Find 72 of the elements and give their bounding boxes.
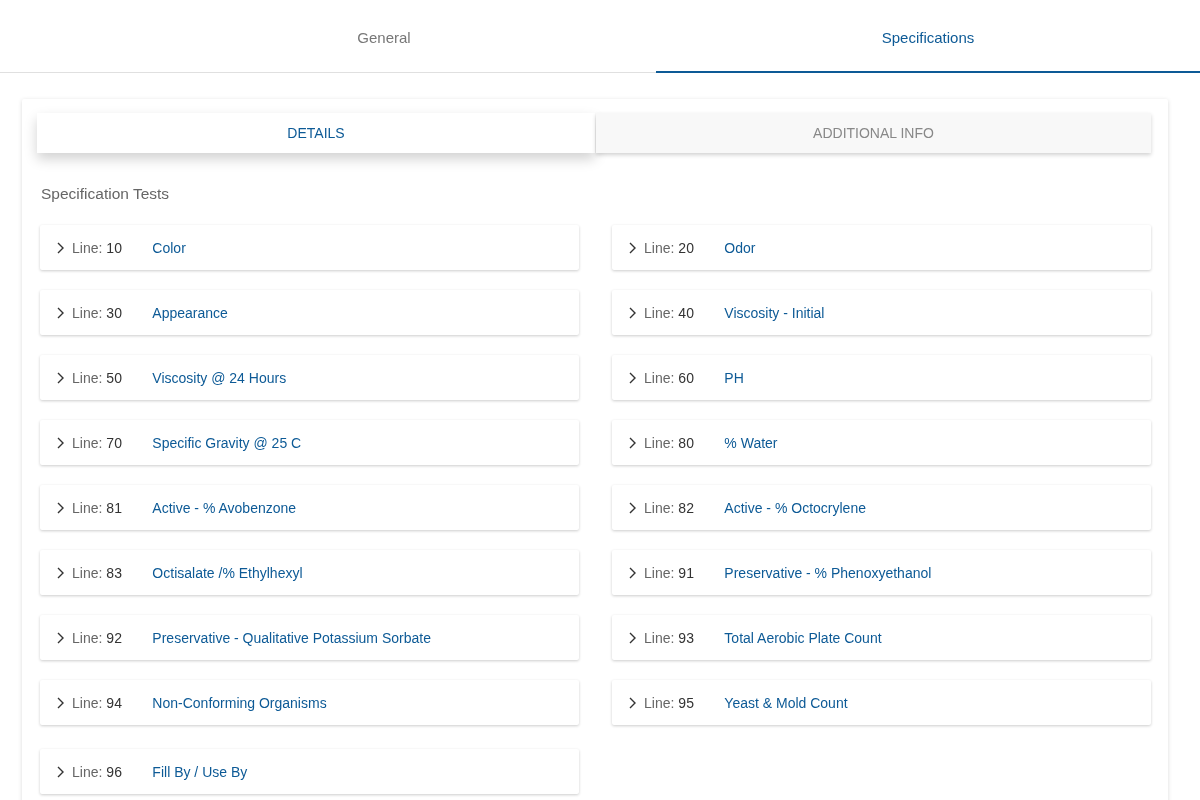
test-name: Active - % Avobenzone (152, 499, 297, 516)
line-label: Line: (72, 239, 103, 256)
line-label: Line: (72, 499, 103, 516)
test-name: Non-Conforming Organisms (152, 694, 327, 711)
line-label: Line: (644, 239, 675, 256)
line-label: Line: (644, 304, 675, 321)
line-number: 82 (678, 499, 695, 516)
test-row[interactable]: Line: 91 Preservative - % Phenoxyethanol (612, 550, 1151, 595)
test-name: % Water (724, 434, 778, 451)
test-row[interactable]: Line: 93 Total Aerobic Plate Count (612, 615, 1151, 660)
line-label: Line: (72, 304, 103, 321)
tab[interactable]: Specifications (656, 0, 1200, 73)
test-name: Appearance (152, 304, 228, 321)
tab[interactable]: DETAILS (37, 113, 595, 153)
test-name: PH (724, 369, 744, 386)
line-number: 40 (678, 304, 695, 321)
test-row[interactable]: Line: 94 Non-Conforming Organisms (40, 680, 579, 725)
line-number: 10 (106, 239, 123, 256)
line-number: 94 (106, 694, 123, 711)
line-number: 91 (678, 564, 695, 581)
line-number: 81 (106, 499, 123, 516)
line-label: Line: (72, 763, 103, 780)
test-name: Octisalate /% Ethylhexyl (152, 564, 303, 581)
line-number: 80 (678, 434, 695, 451)
line-label: Line: (72, 369, 103, 386)
test-row[interactable]: Line: 60 PH (612, 355, 1151, 400)
test-name: Specific Gravity @ 25 C (152, 434, 302, 451)
test-name: Color (152, 239, 186, 256)
line-label: Line: (72, 694, 103, 711)
line-label: Line: (644, 629, 675, 646)
line-number: 83 (106, 564, 123, 581)
test-row[interactable]: Line: 81 Active - % Avobenzone (40, 485, 579, 530)
line-number: 20 (678, 239, 695, 256)
test-name: Viscosity - Initial (724, 304, 825, 321)
test-row[interactable]: Line: 95 Yeast & Mold Count (612, 680, 1151, 725)
line-label: Line: (644, 694, 675, 711)
line-number: 92 (106, 629, 123, 646)
test-row[interactable]: Line: 30 Appearance (40, 290, 579, 335)
test-name: Preservative - Qualitative Potassium Sorbate (152, 629, 431, 646)
test-row[interactable]: Line: 80 % Water (612, 420, 1151, 465)
test-name: Total Aerobic Plate Count (724, 629, 882, 646)
test-row[interactable]: Line: 96 Fill By / Use By (40, 749, 579, 794)
test-name: Viscosity @ 24 Hours (152, 369, 287, 386)
line-number: 95 (678, 694, 695, 711)
line-label: Line: (644, 369, 675, 386)
line-label: Line: (644, 499, 675, 516)
line-number: 96 (106, 763, 123, 780)
test-row[interactable]: Line: 20 Odor (612, 225, 1151, 270)
line-number: 70 (106, 434, 123, 451)
section-title: Specification Tests (41, 185, 171, 203)
test-name: Fill By / Use By (152, 763, 248, 780)
test-row[interactable]: Line: 70 Specific Gravity @ 25 C (40, 420, 579, 465)
line-label: Line: (72, 564, 103, 581)
test-name: Odor (724, 239, 756, 256)
test-row[interactable]: Line: 50 Viscosity @ 24 Hours (40, 355, 579, 400)
line-label: Line: (644, 434, 675, 451)
test-name: Preservative - % Phenoxyethanol (724, 564, 932, 581)
test-row[interactable]: Line: 92 Preservative - Qualitative Potassium Sorbate (40, 615, 579, 660)
line-number: 93 (678, 629, 695, 646)
line-label: Line: (72, 434, 103, 451)
line-number: 30 (106, 304, 123, 321)
line-number: 60 (678, 369, 695, 386)
test-name: Yeast & Mold Count (724, 694, 848, 711)
test-name: Active - % Octocrylene (724, 499, 866, 516)
line-number: 50 (106, 369, 123, 386)
test-row[interactable]: Line: 82 Active - % Octocrylene (612, 485, 1151, 530)
tab[interactable]: General (112, 0, 656, 73)
test-row[interactable]: Line: 83 Octisalate /% Ethylhexyl (40, 550, 579, 595)
test-row[interactable]: Line: 10 Color (40, 225, 579, 270)
line-label: Line: (72, 629, 103, 646)
line-label: Line: (644, 564, 675, 581)
test-row[interactable]: Line: 40 Viscosity - Initial (612, 290, 1151, 335)
